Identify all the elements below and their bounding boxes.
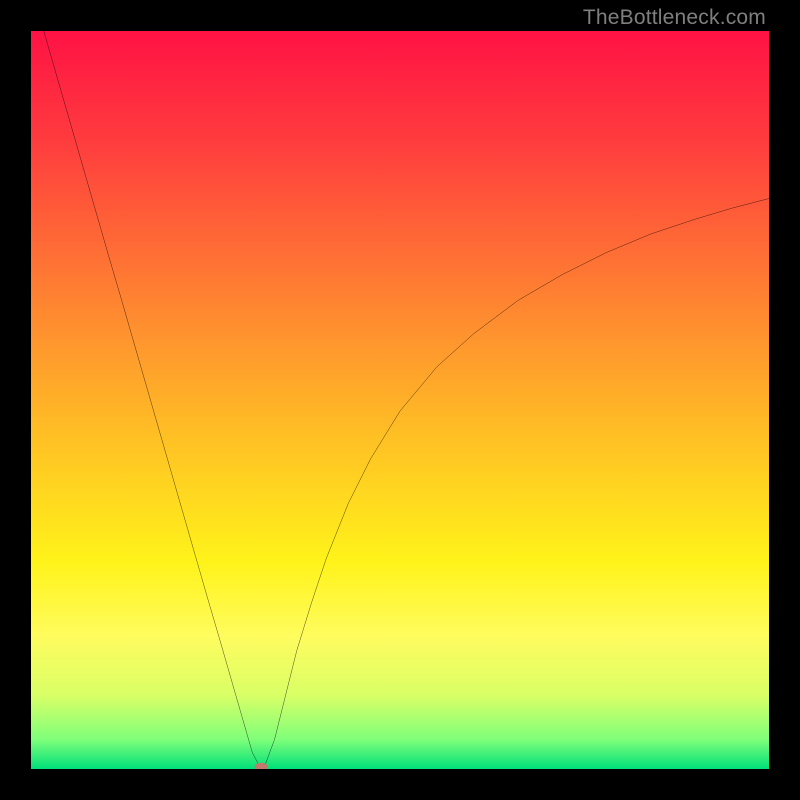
chart-frame: TheBottleneck.com (0, 0, 800, 800)
plot-area (31, 31, 769, 769)
minimum-marker (255, 763, 268, 769)
watermark-label: TheBottleneck.com (583, 6, 766, 30)
bottleneck-curve (31, 31, 769, 769)
